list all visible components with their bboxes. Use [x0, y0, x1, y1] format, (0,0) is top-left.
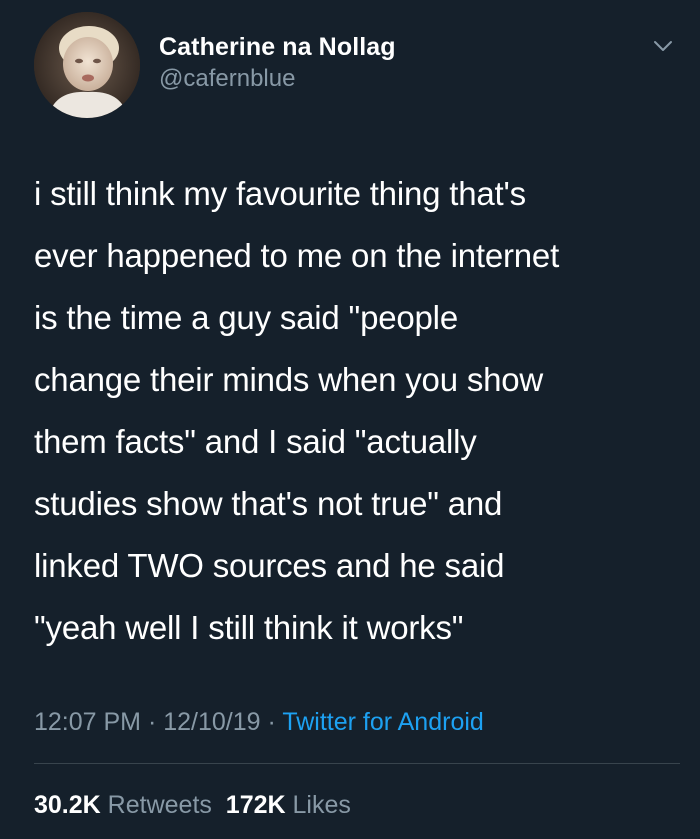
avatar[interactable] [34, 12, 140, 118]
tweet-card: Catherine na Nollag @cafernblue i still … [0, 0, 700, 839]
user-names: Catherine na Nollag @cafernblue [159, 32, 396, 94]
chevron-down-icon[interactable] [652, 38, 674, 54]
retweets-count: 30.2K [34, 791, 101, 819]
meta-separator: · [141, 708, 164, 736]
tweet-date[interactable]: 12/10/19 [163, 708, 260, 736]
tweet-header: Catherine na Nollag @cafernblue [34, 12, 680, 122]
tweet-time[interactable]: 12:07 PM [34, 708, 141, 736]
likes-label: Likes [292, 791, 351, 819]
display-name[interactable]: Catherine na Nollag [159, 32, 396, 62]
tweet-source-link[interactable]: Twitter for Android [282, 708, 483, 736]
tweet-meta: 12:07 PM · 12/10/19 · Twitter for Androi… [34, 706, 484, 738]
tweet-text: i still think my favourite thing that's … [34, 175, 560, 646]
retweets-label: Retweets [107, 791, 212, 819]
user-handle[interactable]: @cafernblue [159, 64, 396, 94]
divider [34, 763, 680, 764]
tweet-stats: 30.2K Retweets 172K Likes [34, 789, 351, 821]
retweets-stat[interactable]: 30.2K Retweets [34, 791, 212, 819]
avatar-image [34, 12, 140, 118]
likes-stat[interactable]: 172K Likes [226, 791, 351, 819]
meta-separator: · [260, 708, 283, 736]
likes-count: 172K [225, 791, 286, 819]
